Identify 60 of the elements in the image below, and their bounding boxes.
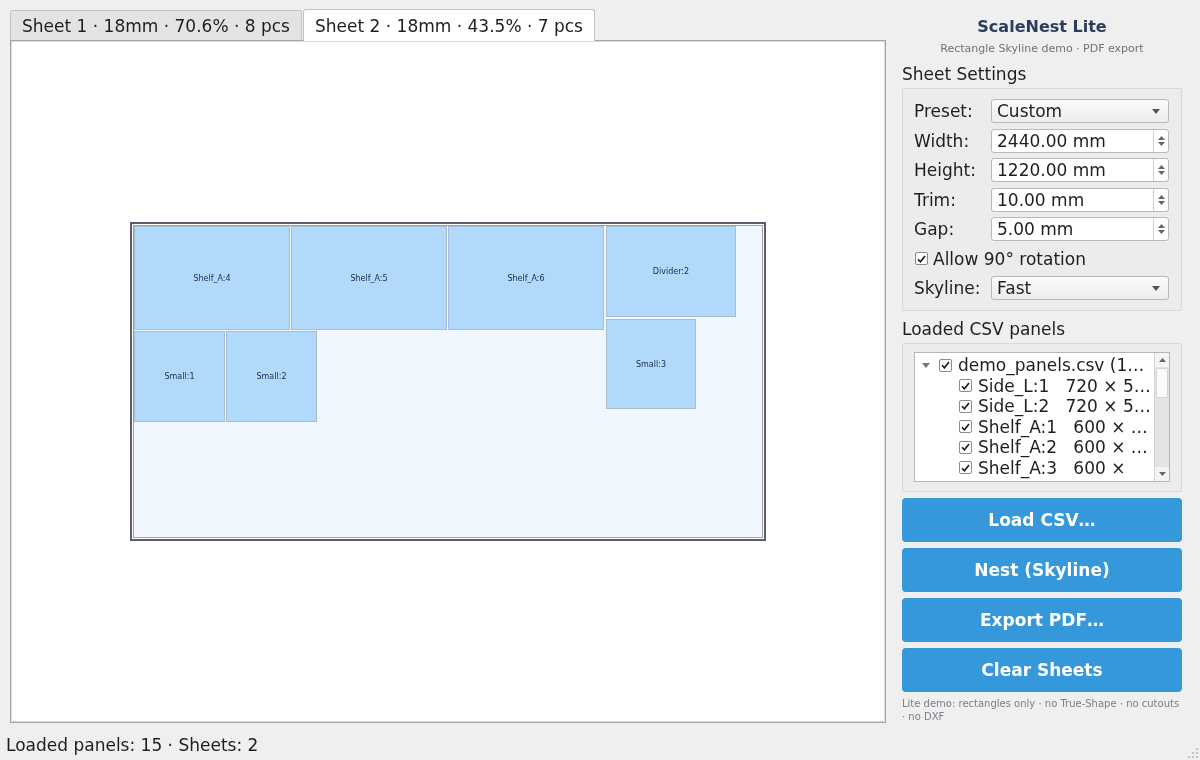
size-grip-icon[interactable]	[1188, 748, 1198, 758]
sheet-tab[interactable]: Sheet 1 · 18mm · 70.6% · 8 pcs	[10, 10, 302, 40]
section-title: Loaded CSV panels	[902, 319, 1066, 340]
checkbox[interactable]	[915, 252, 928, 265]
app-title: ScaleNest Lite	[977, 18, 1107, 36]
spin-arrows-icon[interactable]	[1157, 193, 1165, 206]
checkbox[interactable]	[939, 358, 952, 372]
spin-box[interactable]: 10.00 mm	[991, 187, 1169, 212]
panel-piece: Shelf_A:5	[291, 226, 447, 330]
tree-item-label[interactable]: Shelf_A:2 600 × …	[978, 437, 1148, 458]
panel-piece: Small:1	[134, 331, 225, 422]
field-label: Trim:	[914, 189, 956, 210]
footnote-text: Lite demo: rectangles only · no True-Shape · no cutouts · no DXF	[902, 698, 1181, 723]
field-label: Gap:	[914, 219, 955, 239]
spin-box[interactable]: 2440.00 mm	[991, 128, 1169, 153]
tree-item-label[interactable]: demo_panels.csv (1…	[958, 355, 1145, 376]
panel-piece: Small:2	[226, 331, 317, 422]
panel-piece: Shelf_A:6	[448, 226, 604, 330]
tree-item-label[interactable]: Side_L:2 720 × 5…	[978, 396, 1151, 417]
field-label: Preset:	[914, 101, 973, 121]
checkbox[interactable]	[959, 420, 972, 434]
panel-piece: Small:3	[606, 319, 696, 409]
field-label: Width:	[914, 130, 970, 151]
check-icon	[941, 361, 950, 370]
checkbox[interactable]	[959, 461, 972, 475]
spin-box[interactable]: 5.00 mm	[991, 217, 1169, 241]
checkbox[interactable]	[959, 440, 972, 454]
tree-item-label[interactable]: Side_L:1 720 × 5…	[978, 375, 1151, 396]
sheet-tab[interactable]: Sheet 2 · 18mm · 43.5% · 7 pcs	[303, 9, 595, 41]
field-label: Height:	[914, 160, 976, 180]
checkbox-label[interactable]: Allow 90° rotation	[933, 248, 1086, 269]
check-icon	[961, 402, 970, 411]
spin-box[interactable]: 1220.00 mm	[991, 158, 1169, 182]
section-title: Sheet Settings	[902, 64, 1027, 85]
field-label: Skyline:	[914, 278, 981, 298]
scrollbar[interactable]	[1154, 353, 1169, 481]
check-icon	[961, 443, 970, 452]
spin-arrows-icon[interactable]	[1157, 223, 1165, 235]
scrollbar-handle[interactable]	[1156, 368, 1168, 398]
dropdown[interactable]: Fast	[991, 276, 1169, 300]
tree-item-label[interactable]: Shelf_A:1 600 × …	[978, 416, 1148, 437]
check-icon	[961, 422, 970, 431]
caret-down-icon	[1152, 109, 1160, 114]
panel-piece: Shelf_A:4	[134, 226, 290, 330]
panel-piece: Divider:2	[606, 226, 736, 317]
caret-up-icon[interactable]	[1158, 358, 1166, 362]
caret-down-icon[interactable]	[1158, 472, 1166, 476]
spin-arrows-icon[interactable]	[1157, 164, 1165, 176]
status-text: Loaded panels: 15 · Sheets: 2	[6, 735, 259, 755]
check-icon	[961, 463, 970, 472]
checkbox[interactable]	[959, 399, 972, 413]
app-subtitle: Rectangle Skyline demo · PDF export	[940, 42, 1144, 56]
caret-down-icon	[1152, 286, 1160, 291]
tree-item-label[interactable]: Shelf_A:3 600 ×	[978, 457, 1126, 478]
checkbox[interactable]	[959, 379, 972, 393]
dropdown[interactable]: Custom	[991, 99, 1169, 123]
spin-arrows-icon[interactable]	[1157, 134, 1165, 147]
check-icon	[917, 254, 926, 263]
check-icon	[961, 381, 970, 390]
caret-down-icon[interactable]	[922, 362, 930, 368]
